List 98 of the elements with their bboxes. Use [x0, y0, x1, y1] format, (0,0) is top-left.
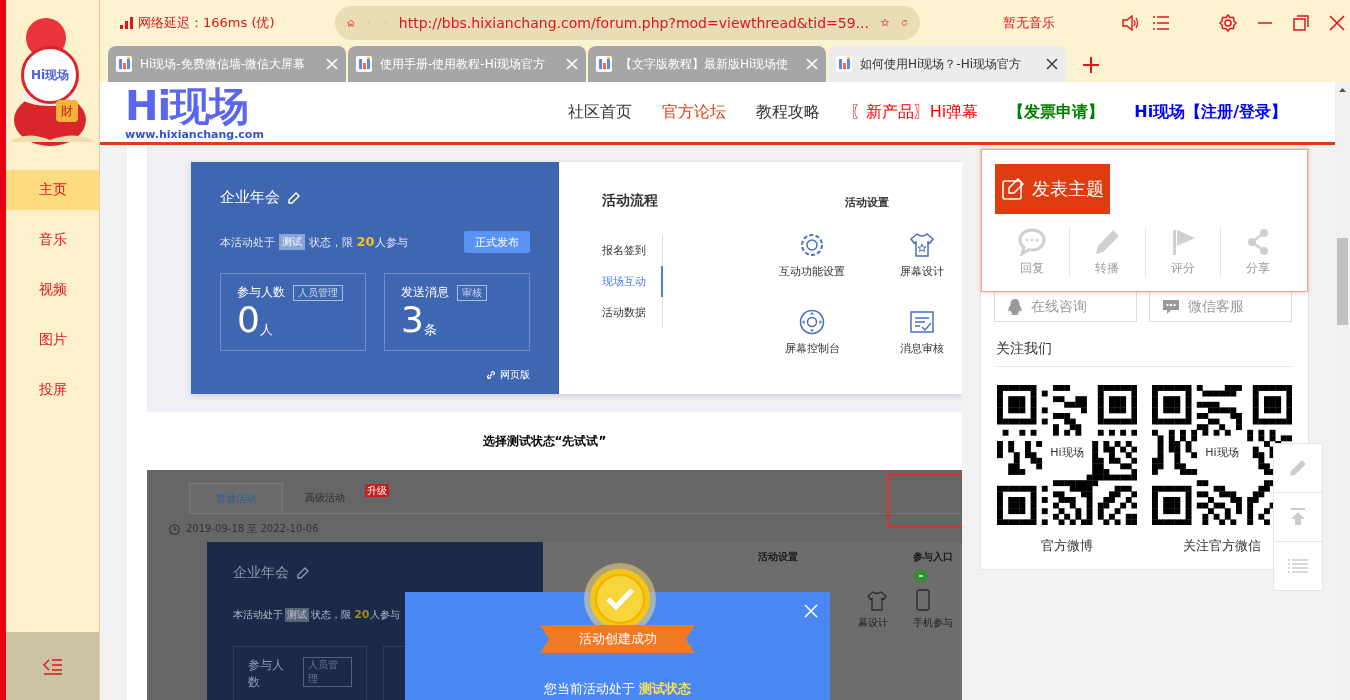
- contact-button[interactable]: 微信客服: [1149, 292, 1292, 322]
- signal-icon: [120, 16, 134, 29]
- nav-link[interactable]: 教程攻略: [755, 101, 820, 123]
- setting-label[interactable]: 互动功能设置: [779, 264, 845, 279]
- stat-tag: 人员管理: [302, 657, 352, 687]
- site-url: www.hixianchang.com: [125, 127, 264, 141]
- clock-icon: [169, 523, 180, 535]
- network-latency: 网络延迟：166ms (优): [138, 13, 275, 32]
- section-title: 关注我们: [996, 340, 1293, 367]
- event-title: 企业年会: [233, 564, 289, 582]
- stat-label: 参与人数: [248, 657, 285, 691]
- penguin-icon: [1007, 297, 1023, 316]
- browser-tab[interactable]: 【文字版教程】最新版Hi现场使: [588, 46, 826, 82]
- stat-label: 参与人数: [237, 284, 285, 301]
- status-tag: 测试: [285, 608, 309, 622]
- web-version-link[interactable]: 网页版: [500, 368, 530, 382]
- status-text: 状态，限 20人参与: [311, 608, 400, 622]
- new-topic-button[interactable]: 发表主题: [995, 164, 1110, 214]
- sidebar-item[interactable]: 主页: [6, 170, 99, 210]
- entry-label: 手机参与: [913, 616, 953, 630]
- status-tag: 测试: [279, 234, 305, 250]
- flow-step[interactable]: 活动数据: [602, 297, 662, 328]
- chat-icon: [1162, 298, 1180, 315]
- checklist-icon: [909, 309, 935, 335]
- nav-link[interactable]: 〖新产品〗Hi弹幕: [849, 101, 979, 123]
- status-text: 状态，限 20人参与: [309, 234, 408, 250]
- browser-tab[interactable]: 如何使用Hi现场？-Hi现场官方: [828, 46, 1066, 82]
- flow-title: 活动流程: [602, 192, 659, 210]
- flow-step[interactable]: 现场互动: [602, 266, 663, 297]
- nav-link[interactable]: 官方论坛: [661, 101, 726, 123]
- stat-label: 发送消息: [401, 284, 449, 301]
- close-icon[interactable]: [1046, 58, 1058, 70]
- flow-step[interactable]: 报名签到: [602, 235, 662, 266]
- qr-label: 关注官方微信: [1183, 537, 1261, 555]
- status-text: 本活动处于: [233, 608, 283, 622]
- status-text: 本活动处于: [220, 234, 275, 250]
- stat-unit: 条: [423, 322, 437, 339]
- sidebar-item[interactable]: 投屏: [6, 370, 99, 410]
- new-tab-icon[interactable]: [1082, 56, 1100, 74]
- browser-tab[interactable]: Hi现场-免费微信墙-微信大屏幕: [108, 46, 346, 82]
- list-icon: [1288, 558, 1308, 574]
- site-logo[interactable]: Hi现场: [125, 83, 264, 128]
- favicon-icon: [836, 56, 852, 72]
- stat-unit: 人: [259, 322, 273, 339]
- setting-label[interactable]: 消息审核: [900, 341, 944, 356]
- success-ribbon: 活动创建成功: [540, 625, 695, 653]
- shirt-icon: [866, 590, 888, 612]
- collapse-icon: [41, 657, 64, 675]
- menu-icon[interactable]: [1153, 15, 1169, 30]
- upgrade-badge: 升级: [365, 484, 389, 497]
- volume-icon[interactable]: [1121, 14, 1139, 31]
- event-title: 企业年会: [220, 188, 280, 207]
- gear-icon: [799, 232, 825, 258]
- stat-value: 0: [237, 301, 260, 339]
- fortune-tag: 財: [56, 100, 78, 122]
- stat-tag[interactable]: 审核: [457, 284, 487, 301]
- phone-icon: [913, 588, 933, 612]
- dialog-message: 您当前活动处于 测试状态: [542, 680, 693, 698]
- nav-link[interactable]: 【发票申请】: [1008, 101, 1105, 123]
- pencil-icon: [1093, 228, 1122, 256]
- edit-icon: [1001, 178, 1024, 200]
- close-icon[interactable]: [1329, 14, 1345, 31]
- setting-label[interactable]: 屏幕控制台: [784, 341, 840, 356]
- settings-title: 活动设置: [845, 195, 889, 210]
- entry-title: 参与入口: [913, 550, 953, 564]
- sidebar-item[interactable]: 图片: [6, 320, 99, 360]
- favicon-icon: [116, 56, 132, 72]
- nav-link[interactable]: Hi现场【注册/登录】: [1134, 101, 1287, 123]
- pencil-icon: [297, 567, 309, 579]
- stat-value: 3: [401, 301, 424, 339]
- collapse-button[interactable]: [6, 632, 99, 700]
- qr-label: 官方微博: [1041, 537, 1093, 555]
- publish-button[interactable]: 正式发布: [464, 231, 530, 253]
- to-top-icon: [1288, 507, 1308, 527]
- mascot-logo: Hi现场: [21, 46, 79, 104]
- scrollbar[interactable]: [1335, 82, 1350, 700]
- speech-bubble-icon: [1018, 228, 1047, 256]
- sidebar-item[interactable]: 音乐: [6, 220, 99, 260]
- nav-link[interactable]: 社区首页: [567, 101, 632, 123]
- music-status: 暂无音乐: [1003, 13, 1056, 32]
- maximize-icon[interactable]: [1293, 14, 1309, 31]
- control-pad-icon: [799, 309, 825, 335]
- favicon-icon: [356, 56, 372, 72]
- browser-tab[interactable]: 使用手册-使用教程-Hi现场官方: [348, 46, 586, 82]
- stat-tag[interactable]: 人员管理: [293, 284, 343, 301]
- address-bar[interactable]: http://bbs.hixianchang.com/forum.php?mod=viewthread&tid=59...: [335, 5, 920, 40]
- sidebar-item[interactable]: 视频: [6, 270, 99, 310]
- settings-title: 活动设置: [758, 550, 799, 564]
- contact-button[interactable]: 在线咨询: [994, 292, 1137, 322]
- pencil-icon[interactable]: [288, 191, 300, 204]
- setting-label: 幕设计: [858, 616, 888, 630]
- favicon-icon: [596, 56, 612, 72]
- image-caption: 选择测试状态“先试试”: [482, 432, 607, 450]
- link-icon: [486, 370, 496, 380]
- shirt-icon: [909, 232, 935, 258]
- settings-icon[interactable]: [1219, 13, 1237, 32]
- pencil-icon: [1288, 458, 1308, 478]
- setting-label[interactable]: 屏幕设计: [900, 264, 944, 279]
